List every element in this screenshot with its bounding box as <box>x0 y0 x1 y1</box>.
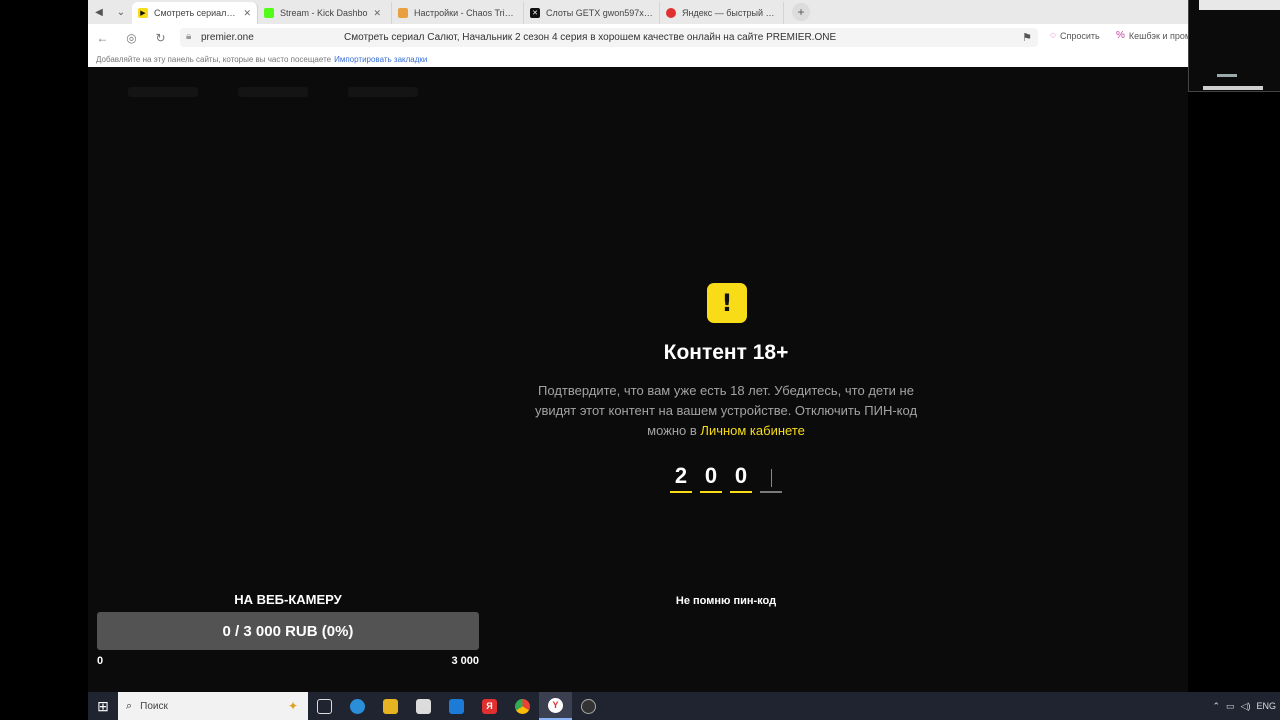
back-arrow-icon[interactable]: ← <box>88 24 117 51</box>
kick-favicon-icon <box>264 8 274 18</box>
preview-text <box>1217 74 1237 77</box>
sparkle-icon: ✦ <box>287 699 298 713</box>
bookmarks-hint: Добавляйте на эту панель сайты, которые … <box>96 54 332 64</box>
dimmed-nav-item <box>348 87 418 97</box>
donation-progress-text: 0 / 3 000 RUB (0%) <box>222 622 354 640</box>
page-title-in-bar: Смотреть сериал Салют, Начальник 2 сезон… <box>344 32 837 43</box>
ask-button[interactable]: ◌ Спросить <box>1050 30 1100 41</box>
chaos-favicon-icon <box>398 8 408 18</box>
yandex-glyph: Я <box>482 698 497 714</box>
import-bookmarks-link[interactable]: Импортировать закладки <box>334 55 427 64</box>
system-tray: ⌃ ▭ ◁) ENG <box>1213 692 1280 720</box>
dimmed-logo <box>128 87 198 97</box>
lock-icon[interactable]: 🔒︎ <box>186 31 196 43</box>
age-verification-modal: ! Контент 18+ Подтвердите, что вам уже е… <box>506 283 946 607</box>
bookmarks-bar: Добавляйте на эту панель сайты, которые … <box>88 51 1188 67</box>
close-tab-icon[interactable]: ✕ <box>374 8 382 19</box>
ask-label: Спросить <box>1059 30 1100 41</box>
forgot-pin-link[interactable]: Не помню пин-код <box>506 595 946 607</box>
address-domain: premier.one <box>201 32 254 43</box>
nav-bar: ← ◎ ↻ 🔒︎ premier.one Смотреть сериал Сал… <box>88 24 1196 51</box>
edge-icon[interactable] <box>341 692 374 720</box>
yandex-browser-icon[interactable]: Y <box>539 692 572 720</box>
task-view-icon[interactable] <box>308 692 341 720</box>
windows-start-icon[interactable]: ⊞ <box>88 692 118 720</box>
tab-chaos-tricks[interactable]: Настройки - Chaos Tricks <box>392 2 524 24</box>
pin-digit-2[interactable]: 0 <box>700 463 722 493</box>
tab-premier[interactable]: ▶ Смотреть сериал Салют ✕ <box>132 2 258 24</box>
obs-glyph <box>581 698 596 714</box>
screen: ◀ ⌄ ▶ Смотреть сериал Салют ✕ Stream - K… <box>0 0 1280 720</box>
cashback-label: Кешбэк и промо <box>1128 30 1197 41</box>
close-tab-icon[interactable]: ✕ <box>243 8 251 19</box>
donation-min-label: 0 <box>97 655 104 667</box>
pin-code-input[interactable]: 2 0 0 <box>670 463 782 493</box>
donation-goal-title: НА ВЕБ-КАМЕРУ <box>234 592 342 607</box>
search-icon: ⌕ <box>126 699 133 712</box>
tab-yandex[interactable]: Яндекс — быстрый поиск <box>660 2 784 24</box>
chrome-glyph <box>515 698 530 714</box>
tab-bar: ◀ ⌄ ▶ Смотреть сериал Салют ✕ Stream - K… <box>88 0 1188 24</box>
exclamation-icon: ! <box>707 283 747 323</box>
tab-title: Смотреть сериал Салют <box>154 8 237 18</box>
donation-max-label: 3 000 <box>451 655 479 667</box>
chrome-icon[interactable] <box>506 692 539 720</box>
alice-icon: ◌ <box>1050 30 1056 41</box>
dimmed-site-header <box>128 87 418 97</box>
pin-digit-3[interactable]: 0 <box>730 463 752 493</box>
donation-goal-overlay: НА ВЕБ-КАМЕРУ 0 / 3 000 RUB (0%) 0 3 000 <box>97 590 479 670</box>
network-icon[interactable]: ▭ <box>1226 701 1235 712</box>
edge-glyph <box>350 698 365 714</box>
browser-window: ◀ ⌄ ▶ Смотреть сериал Салют ✕ Stream - K… <box>88 0 1196 67</box>
preview-top <box>1199 0 1280 10</box>
taskbar-search[interactable]: ⌕ Поиск ✦ <box>118 692 308 720</box>
reload-icon[interactable]: ↻ <box>146 24 175 51</box>
modal-title: Контент 18+ <box>663 341 789 364</box>
preview-bar <box>1203 86 1263 90</box>
obs-icon[interactable] <box>572 692 605 720</box>
tab-list-chevron-icon[interactable]: ⌄ <box>110 3 132 21</box>
tab-getx[interactable]: ✕ Слоты GETX gwon597x.ru <box>524 2 660 24</box>
pin-digit-4[interactable] <box>760 463 782 493</box>
tab-kick[interactable]: Stream - Kick Dashbo ✕ <box>258 2 392 24</box>
dimmed-nav-item <box>238 87 308 97</box>
taskbar: ⊞ ⌕ Поиск ✦ Я Y ⌃ ▭ ◁) ENG <box>88 692 1280 720</box>
mail-icon[interactable] <box>440 692 473 720</box>
search-placeholder: Поиск <box>140 700 168 712</box>
tab-title: Настройки - Chaos Tricks <box>414 8 517 18</box>
tab-title: Stream - Kick Dashbo <box>280 8 368 18</box>
yandex-browser-glyph: Y <box>548 697 563 713</box>
personal-account-link[interactable]: Личном кабинете <box>700 423 804 438</box>
window-preview-thumbnail[interactable] <box>1188 0 1280 92</box>
new-tab-plus-icon[interactable]: + <box>792 3 810 21</box>
play-favicon-icon: ▶ <box>138 8 148 18</box>
tab-title: Яндекс — быстрый поиск <box>682 8 777 18</box>
mail-glyph <box>449 698 464 714</box>
protect-icon[interactable]: ◎ <box>117 24 146 51</box>
tab-title: Слоты GETX gwon597x.ru <box>546 8 653 18</box>
cashback-button[interactable]: % Кешбэк и промо <box>1116 30 1196 41</box>
percent-icon: % <box>1116 30 1125 41</box>
donation-progress-bar: 0 / 3 000 RUB (0%) <box>97 612 479 650</box>
folder-glyph <box>383 698 398 714</box>
bookmark-icon[interactable]: ⚑ <box>1022 31 1032 44</box>
address-bar[interactable]: 🔒︎ premier.one Смотреть сериал Салют, На… <box>180 28 1038 47</box>
volume-icon[interactable]: ◁) <box>1241 701 1251 712</box>
modal-description: Подтвердите, что вам уже есть 18 лет. Уб… <box>516 381 936 441</box>
yandex-icon[interactable]: Я <box>473 692 506 720</box>
tab-audio-icon[interactable]: ◀ <box>88 3 110 21</box>
store-glyph <box>416 698 431 714</box>
file-explorer-icon[interactable] <box>374 692 407 720</box>
yandex-favicon-icon <box>666 8 676 18</box>
tray-chevron-icon[interactable]: ⌃ <box>1213 701 1221 712</box>
task-view-glyph <box>317 698 332 714</box>
getx-favicon-icon: ✕ <box>530 8 540 18</box>
text-caret <box>770 469 772 487</box>
language-indicator[interactable]: ENG <box>1256 701 1276 711</box>
store-icon[interactable] <box>407 692 440 720</box>
pin-digit-1[interactable]: 2 <box>670 463 692 493</box>
